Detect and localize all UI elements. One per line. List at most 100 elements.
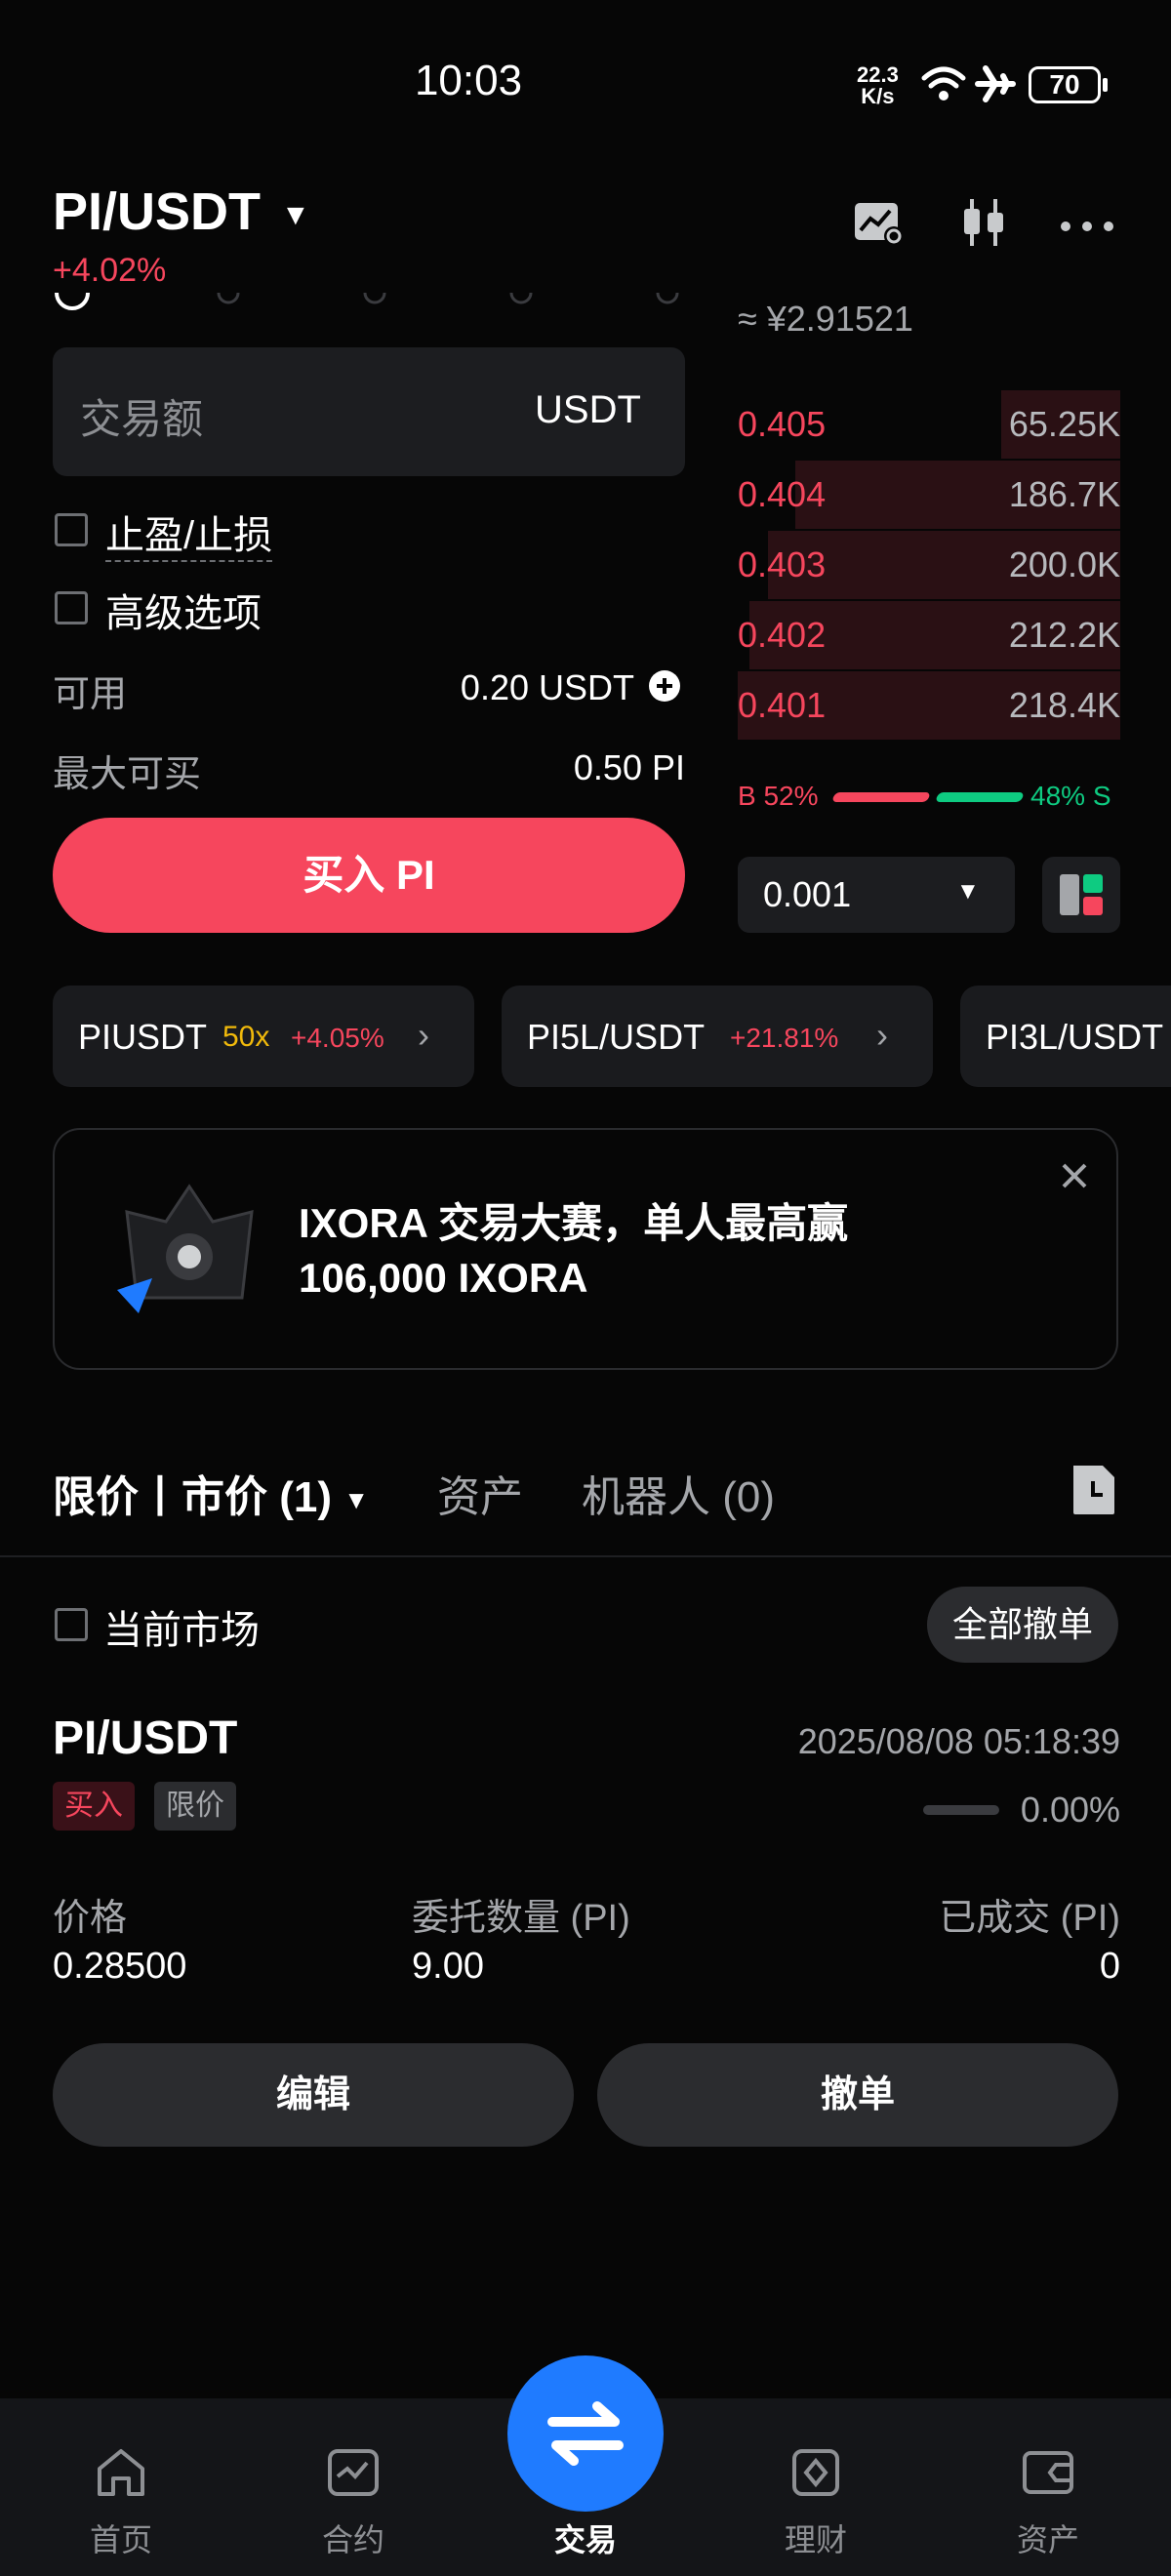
ask-row[interactable]: 0.401 218.4K [738,671,1120,740]
nav-futures[interactable]: 合约 [256,2398,451,2576]
nav-label: 首页 [89,2522,152,2557]
order-time: 2025/08/08 05:18:39 [797,1721,1120,1761]
buy-ratio: B 52% [738,781,819,811]
earn-icon [792,2449,839,2496]
qty-label: 委托数量 (PI) [412,1898,630,1939]
edit-button[interactable]: 编辑 [53,2043,574,2147]
order-pair[interactable]: PI/USDT [53,1711,237,1765]
cancel-order-button[interactable]: 撤单 [597,2043,1118,2147]
max-buy-label: 最大可买 [53,754,202,795]
chevron-down-icon: ▼ [343,1484,369,1514]
tp-sl-label[interactable]: 止盈/止损 [105,503,273,562]
fill-percent: 0.00% [1020,1790,1120,1830]
nav-home[interactable]: 首页 [23,2398,219,2576]
nav-label: 合约 [321,2522,384,2557]
chevron-down-icon: ▼ [281,198,310,231]
chart-settings-icon[interactable] [851,195,906,250]
order-type-tag: 限价 [154,1782,236,1831]
chip-symbol: PIUSDT [78,1017,208,1057]
amount-slider[interactable] [53,289,685,318]
nav-label: 资产 [1016,2522,1079,2557]
ask-row[interactable]: 0.404 186.7K [738,461,1120,529]
amount-unit[interactable]: USDT [535,388,641,432]
tp-sl-checkbox[interactable] [55,513,88,546]
ask-qty: 65.25K [1008,404,1120,444]
max-buy-value: 0.50 PI [573,747,685,787]
trophy-icon [117,1184,254,1313]
qty-value: 9.00 [412,1946,484,1987]
ask-row[interactable]: 0.402 212.2K [738,601,1120,669]
chip-symbol: PI3L/USDT [986,1017,1164,1057]
nav-trade[interactable]: 交易 [488,2398,683,2576]
battery-icon: 70 [1029,66,1101,103]
wifi-icon [921,66,966,101]
ask-price: 0.405 [738,404,827,444]
order-side-tag: 买入 [53,1782,135,1831]
ask-price: 0.404 [738,474,827,514]
chevron-right-icon: › [418,1015,429,1055]
chevron-right-icon: › [876,1015,888,1055]
fill-progress-bar [923,1805,999,1815]
banner-line1: IXORA 交易大赛，单人最高赢 [299,1200,849,1246]
ask-row[interactable]: 0.403 200.0K [738,531,1120,599]
order-history-icon[interactable] [1070,1464,1118,1516]
chip-leverage: 50x [222,1021,270,1053]
advanced-label[interactable]: 高级选项 [105,582,262,638]
price-label: 价格 [53,1898,128,1939]
status-time: 10:03 [414,57,523,104]
tab-robot[interactable]: 机器人 (0) [582,1462,775,1524]
chip-change: +21.81% [730,1023,839,1053]
ask-qty: 200.0K [1008,544,1120,584]
book-layout-icon [1060,874,1103,915]
sell-ratio-bar [935,792,1025,802]
divider [0,1555,1171,1557]
chip-pi3l[interactable]: PI3L/USDT [960,986,1171,1087]
available-value: 0.20 USDT [460,667,634,707]
net-speed-unit: K/s [861,84,895,108]
net-speed-value: 22.3 [857,62,899,87]
net-speed: 22.3 K/s [857,64,899,107]
current-market-checkbox[interactable] [55,1608,88,1641]
ask-qty: 218.4K [1008,685,1120,725]
filled-label: 已成交 (PI) [939,1898,1120,1939]
nav-label: 理财 [784,2522,847,2557]
more-icon[interactable] [1058,195,1116,250]
nav-assets[interactable]: 资产 [950,2398,1146,2576]
price-value: 0.28500 [53,1946,187,1987]
filled-value: 0 [1099,1946,1120,1987]
sell-ratio: 48% S [1030,781,1111,811]
ask-qty: 212.2K [1008,615,1120,655]
buy-button[interactable]: 买入 PI [53,818,685,933]
ask-row[interactable]: 0.405 65.25K [738,390,1120,459]
chip-change: +4.05% [291,1023,384,1053]
depth-precision-value: 0.001 [763,874,852,914]
cancel-all-button[interactable]: 全部撤单 [927,1587,1118,1663]
pair-selector[interactable]: PI/USDT ▼ [53,181,310,242]
ask-price: 0.403 [738,544,827,584]
chip-symbol: PI5L/USDT [527,1017,706,1057]
battery-tip [1103,78,1108,92]
chevron-down-icon: ▼ [956,878,980,905]
buy-ratio-bar [831,792,931,802]
futures-icon [328,2449,379,2496]
candlestick-icon[interactable] [956,195,1011,250]
ask-price: 0.401 [738,685,827,725]
ask-price: 0.402 [738,615,827,655]
pair-change: +4.02% [53,252,167,289]
home-icon [98,2449,144,2496]
close-icon[interactable] [1060,1161,1089,1190]
tab-assets[interactable]: 资产 [437,1462,523,1524]
tab-limit-market-label: 限价丨市价 (1) [53,1473,332,1521]
nav-label: 交易 [553,2522,617,2557]
amount-placeholder: 交易额 [80,396,204,442]
airplane-icon [975,65,1016,102]
pair-title: PI/USDT [53,182,262,241]
current-market-label[interactable]: 当前市场 [103,1598,260,1655]
nav-earn[interactable]: 理财 [718,2398,913,2576]
add-funds-icon[interactable] [648,669,681,703]
banner-text: IXORA 交易大赛，单人最高赢 106,000 IXORA [299,1196,848,1306]
banner-line2: 106,000 IXORA [299,1255,588,1301]
tab-limit-market[interactable]: 限价丨市价 (1) ▼ [53,1462,369,1524]
cny-price: ≈ ¥2.91521 [738,299,913,339]
advanced-checkbox[interactable] [55,591,88,624]
